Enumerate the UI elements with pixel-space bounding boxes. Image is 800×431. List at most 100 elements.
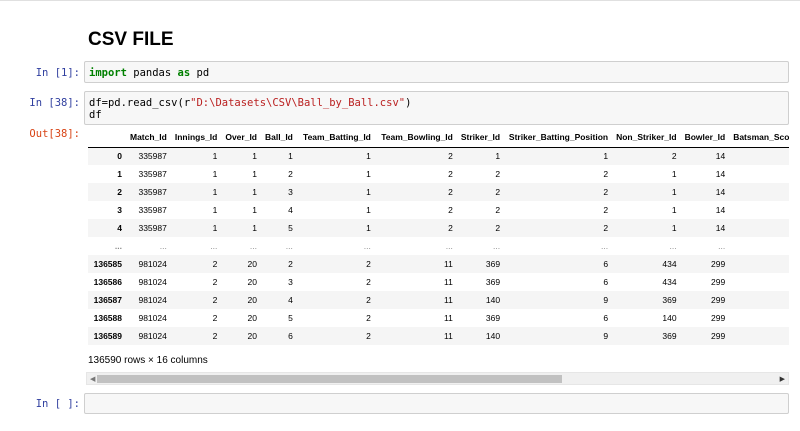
table-cell: 1 [212,169,218,179]
row-index: 2 [117,187,122,197]
row-index: 136586 [93,277,122,287]
table-cell: 3 [288,277,293,287]
table-cell: 2 [366,259,371,269]
table-cell: 2 [495,223,501,233]
table-cell: 9 [603,331,609,341]
table-cell: 2 [448,151,453,162]
table-cell: 1 [366,169,371,179]
scroll-left-icon[interactable]: ◀ [90,375,95,383]
scrollbar-thumb[interactable] [97,375,562,383]
table-cell: 2 [603,205,609,215]
table-cell: 2 [671,151,677,162]
table-cell: 14 [715,187,726,197]
table-cell: 299 [711,277,726,287]
table-cell: 5 [288,223,293,233]
table-cell: 20 [247,259,257,269]
table-cell: 14 [715,151,726,162]
input-prompt-1: In [1]: [35,67,80,79]
table-cell: 981024 [138,277,167,287]
table-cell: 299 [711,313,726,323]
table-cell: 981024 [138,295,167,305]
table-cell: 369 [662,331,677,341]
table-row: 0 335987 1 1 1 1 2 1 1 2 14 [88,147,789,165]
column-header: Striker_Batting_Position [504,127,613,148]
table-cell [729,165,789,183]
table-cell [729,237,789,255]
table-cell [729,183,789,201]
table-cell: 369 [662,295,677,305]
table-cell: ... [669,241,677,251]
table-cell: 1 [212,151,218,162]
column-header [88,127,126,148]
table-cell [729,147,789,165]
table-cell: 2 [603,169,609,179]
table-cell: ... [601,241,609,251]
table-cell: 1 [288,151,293,162]
row-index: 136588 [93,313,122,323]
top-divider [0,0,800,1]
code-text: ) [405,97,412,109]
table-cell: 299 [711,295,726,305]
table-cell: 434 [662,277,677,287]
table-cell [729,201,789,219]
table-cell: 1 [366,223,371,233]
table-cell: 11 [444,331,453,341]
table-row: 4 335987 1 1 5 1 2 2 2 1 14 [88,219,789,237]
code-string: "D:\Datasets\CSV\Ball_by_Ball.csv" [190,97,406,109]
table-cell: 20 [247,277,257,287]
empty-code-cell[interactable] [84,393,789,414]
table-cell: 2 [212,259,218,269]
table-cell: 335987 [138,223,167,233]
table-cell: 2 [212,313,218,323]
table-cell: 434 [662,259,677,269]
table-cell: 14 [715,205,726,215]
table-row: 2 335987 1 1 3 1 2 2 2 1 14 [88,183,789,201]
table-cell: 1 [366,151,371,162]
table-cell: 140 [662,313,677,323]
table-cell: 3 [288,187,293,197]
output-area: Match_Id Innings_Id Over_Id Ball_Id Team_Bat… [88,127,789,350]
row-index: 136585 [93,259,122,269]
table-row: 136585 981024 2 20 2 2 11 369 6 434 299 [88,255,789,273]
table-row: ................................. [88,237,789,255]
table-cell: 2 [495,205,501,215]
row-index: 136587 [93,295,122,305]
table-row: 136588 981024 2 20 5 2 11 369 6 140 299 [88,309,789,327]
table-cell: 2 [288,259,293,269]
table-cell: 11 [444,295,453,305]
table-cell: 981024 [138,313,167,323]
keyword-as: as [177,67,191,79]
table-cell: 1 [671,223,677,233]
table-row: 136586 981024 2 20 3 2 11 369 6 434 299 [88,273,789,291]
scroll-right-icon[interactable]: ▶ [780,375,785,383]
row-index: ... [114,241,122,251]
input-prompt-3: In [ ]: [35,398,80,410]
table-cell: 2 [366,331,371,341]
table-body: 0 335987 1 1 1 1 2 1 1 2 14 1 335987 1 1 2 1 2 2 2 1 14 2 33598… [88,147,789,345]
table-cell [729,273,789,291]
row-index: 4 [117,223,122,233]
table-cell: 140 [485,295,501,305]
horizontal-scrollbar[interactable]: ◀ ▶ [86,372,789,385]
code-cell-2[interactable]: df=pd.read_csv(r"D:\Datasets\CSV\Ball_by… [84,91,789,125]
table-cell: 1 [252,187,257,197]
table-cell: 1 [212,205,218,215]
table-cell: 6 [603,313,609,323]
dataframe-shape: 136590 rows × 16 columns [88,355,208,366]
table-cell: 20 [247,295,257,305]
table-cell: 6 [603,259,609,269]
dataframe-container[interactable]: Match_Id Innings_Id Over_Id Ball_Id Team_Bat… [88,127,789,350]
table-cell: ... [493,241,501,251]
table-cell: 2 [212,295,218,305]
table-cell: 4 [288,295,293,305]
column-header: Ball_Id [261,127,297,148]
table-cell: 981024 [138,331,167,341]
table-cell: 369 [485,277,501,287]
row-index: 136589 [93,331,122,341]
table-cell: 1 [366,205,371,215]
table-cell: 2 [366,313,371,323]
table-cell: 6 [603,277,609,287]
code-cell-1[interactable]: import pandas as pd [84,61,789,83]
table-cell: 4 [288,205,293,215]
dataframe-table: Match_Id Innings_Id Over_Id Ball_Id Team_Bat… [88,127,789,345]
